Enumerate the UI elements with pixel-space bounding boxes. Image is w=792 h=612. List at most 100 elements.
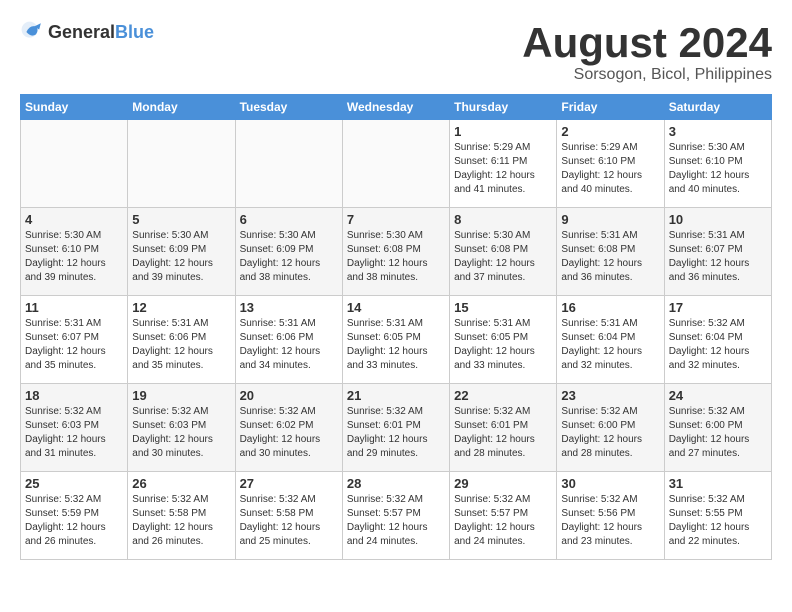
day-info: Sunrise: 5:30 AM Sunset: 6:10 PM Dayligh… xyxy=(25,229,123,285)
calendar-cell: 20 Sunrise: 5:32 AM Sunset: 6:02 PM Dayli… xyxy=(235,384,342,472)
day-number: 13 xyxy=(240,300,338,315)
calendar-cell: 7 Sunrise: 5:30 AM Sunset: 6:08 PM Daylig… xyxy=(342,208,449,296)
day-info: Sunrise: 5:31 AM Sunset: 6:06 PM Dayligh… xyxy=(132,317,230,373)
calendar-week-row: 11Sunrise: 5:31 AM Sunset: 6:07 PM Dayli… xyxy=(21,296,772,384)
page: GeneralBlue August 2024 Sorsogon, Bicol,… xyxy=(0,0,792,570)
day-info: Sunrise: 5:32 AM Sunset: 5:55 PM Dayligh… xyxy=(669,493,767,549)
day-info: Sunrise: 5:32 AM Sunset: 5:58 PM Dayligh… xyxy=(132,493,230,549)
calendar-cell: 23Sunrise: 5:32 AM Sunset: 6:00 PM Dayli… xyxy=(557,384,664,472)
calendar-cell: 24 Sunrise: 5:32 AM Sunset: 6:00 PM Dayli… xyxy=(664,384,771,472)
day-number: 15 xyxy=(454,300,552,315)
calendar-cell: 19 Sunrise: 5:32 AM Sunset: 6:03 PM Dayli… xyxy=(128,384,235,472)
day-info: Sunrise: 5:32 AM Sunset: 6:02 PM Dayligh… xyxy=(240,405,338,461)
calendar-cell: 3 Sunrise: 5:30 AM Sunset: 6:10 PM Daylig… xyxy=(664,120,771,208)
weekday-header: Tuesday xyxy=(235,95,342,120)
calendar-cell: 31Sunrise: 5:32 AM Sunset: 5:55 PM Dayli… xyxy=(664,472,771,560)
weekday-header: Thursday xyxy=(450,95,557,120)
day-number: 25 xyxy=(25,476,123,491)
weekday-header: Wednesday xyxy=(342,95,449,120)
day-info: Sunrise: 5:32 AM Sunset: 5:58 PM Dayligh… xyxy=(240,493,338,549)
calendar-cell: 29 Sunrise: 5:32 AM Sunset: 5:57 PM Dayli… xyxy=(450,472,557,560)
day-number: 6 xyxy=(240,212,338,227)
calendar-cell: 4 Sunrise: 5:30 AM Sunset: 6:10 PM Daylig… xyxy=(21,208,128,296)
day-info: Sunrise: 5:32 AM Sunset: 6:00 PM Dayligh… xyxy=(669,405,767,461)
calendar-cell: 8Sunrise: 5:30 AM Sunset: 6:08 PM Daylig… xyxy=(450,208,557,296)
day-number: 18 xyxy=(25,388,123,403)
calendar-cell: 10Sunrise: 5:31 AM Sunset: 6:07 PM Dayli… xyxy=(664,208,771,296)
day-number: 19 xyxy=(132,388,230,403)
calendar-cell: 25 Sunrise: 5:32 AM Sunset: 5:59 PM Dayli… xyxy=(21,472,128,560)
weekday-header: Saturday xyxy=(664,95,771,120)
day-info: Sunrise: 5:31 AM Sunset: 6:05 PM Dayligh… xyxy=(454,317,552,373)
calendar-cell: 17 Sunrise: 5:32 AM Sunset: 6:04 PM Dayli… xyxy=(664,296,771,384)
logo-text: GeneralBlue xyxy=(48,22,154,43)
day-info: Sunrise: 5:30 AM Sunset: 6:08 PM Dayligh… xyxy=(347,229,445,285)
calendar-table: SundayMondayTuesdayWednesdayThursdayFrid… xyxy=(20,94,772,560)
day-info: Sunrise: 5:31 AM Sunset: 6:06 PM Dayligh… xyxy=(240,317,338,373)
calendar-cell xyxy=(342,120,449,208)
day-info: Sunrise: 5:31 AM Sunset: 6:07 PM Dayligh… xyxy=(25,317,123,373)
day-number: 2 xyxy=(561,124,659,139)
calendar-week-row: 18 Sunrise: 5:32 AM Sunset: 6:03 PM Dayli… xyxy=(21,384,772,472)
weekday-header: Monday xyxy=(128,95,235,120)
day-number: 24 xyxy=(669,388,767,403)
day-info: Sunrise: 5:32 AM Sunset: 6:03 PM Dayligh… xyxy=(132,405,230,461)
calendar-cell: 2 Sunrise: 5:29 AM Sunset: 6:10 PM Daylig… xyxy=(557,120,664,208)
calendar-week-row: 1 Sunrise: 5:29 AM Sunset: 6:11 PM Daylig… xyxy=(21,120,772,208)
logo-general: General xyxy=(48,22,115,42)
calendar-cell: 28Sunrise: 5:32 AM Sunset: 5:57 PM Dayli… xyxy=(342,472,449,560)
day-info: Sunrise: 5:31 AM Sunset: 6:04 PM Dayligh… xyxy=(561,317,659,373)
day-number: 9 xyxy=(561,212,659,227)
day-info: Sunrise: 5:29 AM Sunset: 6:10 PM Dayligh… xyxy=(561,141,659,197)
calendar-cell xyxy=(235,120,342,208)
day-number: 20 xyxy=(240,388,338,403)
day-info: Sunrise: 5:32 AM Sunset: 6:01 PM Dayligh… xyxy=(347,405,445,461)
day-number: 5 xyxy=(132,212,230,227)
weekday-header-row: SundayMondayTuesdayWednesdayThursdayFrid… xyxy=(21,95,772,120)
calendar-cell: 15 Sunrise: 5:31 AM Sunset: 6:05 PM Dayli… xyxy=(450,296,557,384)
calendar-cell: 11Sunrise: 5:31 AM Sunset: 6:07 PM Dayli… xyxy=(21,296,128,384)
calendar-cell: 1 Sunrise: 5:29 AM Sunset: 6:11 PM Daylig… xyxy=(450,120,557,208)
calendar-cell xyxy=(21,120,128,208)
day-number: 3 xyxy=(669,124,767,139)
calendar-cell: 26 Sunrise: 5:32 AM Sunset: 5:58 PM Dayli… xyxy=(128,472,235,560)
day-info: Sunrise: 5:32 AM Sunset: 6:04 PM Dayligh… xyxy=(669,317,767,373)
day-info: Sunrise: 5:30 AM Sunset: 6:09 PM Dayligh… xyxy=(240,229,338,285)
day-info: Sunrise: 5:29 AM Sunset: 6:11 PM Dayligh… xyxy=(454,141,552,197)
day-info: Sunrise: 5:32 AM Sunset: 6:03 PM Dayligh… xyxy=(25,405,123,461)
day-info: Sunrise: 5:30 AM Sunset: 6:10 PM Dayligh… xyxy=(669,141,767,197)
day-number: 23 xyxy=(561,388,659,403)
logo-blue: Blue xyxy=(115,22,154,42)
calendar-week-row: 25 Sunrise: 5:32 AM Sunset: 5:59 PM Dayli… xyxy=(21,472,772,560)
day-info: Sunrise: 5:32 AM Sunset: 5:59 PM Dayligh… xyxy=(25,493,123,549)
calendar-title: August 2024 xyxy=(522,20,772,66)
day-number: 1 xyxy=(454,124,552,139)
calendar-cell: 9Sunrise: 5:31 AM Sunset: 6:08 PM Daylig… xyxy=(557,208,664,296)
header: GeneralBlue August 2024 Sorsogon, Bicol,… xyxy=(20,20,772,84)
day-number: 26 xyxy=(132,476,230,491)
weekday-header: Friday xyxy=(557,95,664,120)
day-info: Sunrise: 5:32 AM Sunset: 5:56 PM Dayligh… xyxy=(561,493,659,549)
day-number: 16 xyxy=(561,300,659,315)
day-number: 7 xyxy=(347,212,445,227)
title-section: August 2024 Sorsogon, Bicol, Philippines xyxy=(522,20,772,84)
day-info: Sunrise: 5:32 AM Sunset: 5:57 PM Dayligh… xyxy=(454,493,552,549)
day-number: 10 xyxy=(669,212,767,227)
calendar-cell: 12Sunrise: 5:31 AM Sunset: 6:06 PM Dayli… xyxy=(128,296,235,384)
day-number: 4 xyxy=(25,212,123,227)
day-number: 29 xyxy=(454,476,552,491)
calendar-cell: 16 Sunrise: 5:31 AM Sunset: 6:04 PM Dayli… xyxy=(557,296,664,384)
day-info: Sunrise: 5:32 AM Sunset: 6:01 PM Dayligh… xyxy=(454,405,552,461)
calendar-cell: 14Sunrise: 5:31 AM Sunset: 6:05 PM Dayli… xyxy=(342,296,449,384)
calendar-week-row: 4 Sunrise: 5:30 AM Sunset: 6:10 PM Daylig… xyxy=(21,208,772,296)
day-number: 14 xyxy=(347,300,445,315)
calendar-cell xyxy=(128,120,235,208)
day-number: 17 xyxy=(669,300,767,315)
calendar-subtitle: Sorsogon, Bicol, Philippines xyxy=(522,66,772,84)
logo-icon xyxy=(20,20,44,44)
logo: GeneralBlue xyxy=(20,20,154,44)
calendar-cell: 6 Sunrise: 5:30 AM Sunset: 6:09 PM Daylig… xyxy=(235,208,342,296)
calendar-cell: 22 Sunrise: 5:32 AM Sunset: 6:01 PM Dayli… xyxy=(450,384,557,472)
day-number: 22 xyxy=(454,388,552,403)
calendar-cell: 18 Sunrise: 5:32 AM Sunset: 6:03 PM Dayli… xyxy=(21,384,128,472)
